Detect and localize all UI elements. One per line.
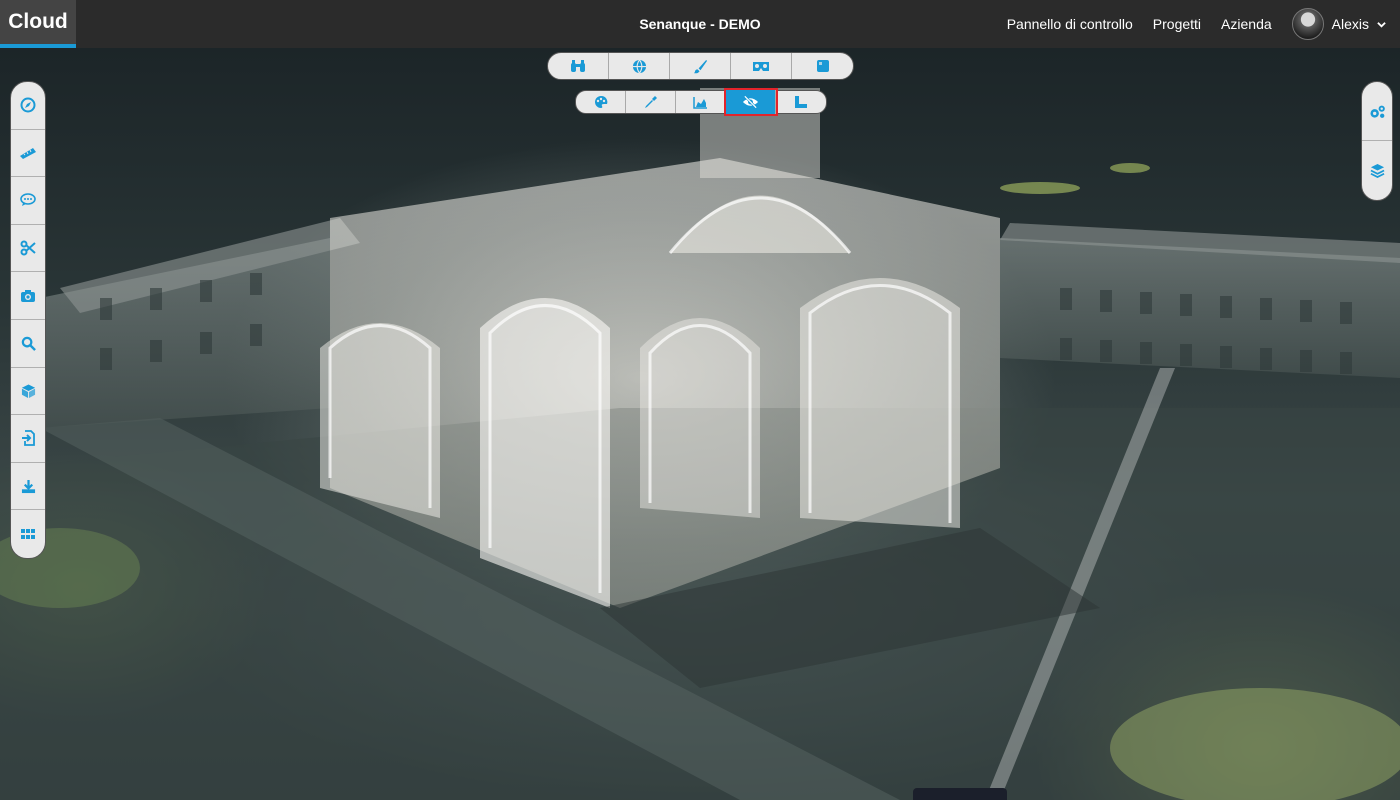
sub-toolbar [575,88,827,116]
sidebar-button-apps[interactable] [11,510,45,558]
toolbar-button-panel[interactable] [792,53,853,79]
sidebar-button-measure[interactable] [11,130,45,178]
toolbar-button-hide[interactable] [724,88,778,116]
binoculars-icon [570,59,586,73]
vr-headset-icon [752,60,770,73]
globe-icon [632,59,647,74]
comment-icon [20,193,36,207]
area-chart-icon [693,96,708,109]
sidebar-button-annotation[interactable] [11,177,45,225]
sidebar-button-download[interactable] [11,463,45,511]
grid-icon [21,529,35,540]
sidebar-button-screenshot[interactable] [11,272,45,320]
brush-icon [693,59,708,74]
nav-item-dashboard[interactable]: Pannello di controllo [1007,16,1133,32]
point-cloud-viewport[interactable] [0,48,1400,800]
camera-icon [20,289,36,303]
user-menu[interactable]: Alexis [1291,8,1386,40]
user-name: Alexis [1331,16,1369,32]
toolbar-button-measure[interactable] [776,91,826,113]
palette-icon [594,95,608,109]
sidebar-button-settings[interactable] [1362,82,1392,141]
toolbar-button-globe[interactable] [609,53,670,79]
right-panel-sidebar [1361,81,1393,201]
ruler-icon [19,147,37,159]
left-tool-sidebar [10,81,46,559]
main-nav: Pannello di controllo Progetti Azienda A… [1007,0,1386,48]
ruler-angle-icon [794,95,808,109]
toolbar-button-eyedropper[interactable] [626,91,676,113]
eyedropper-icon [644,95,658,109]
toolbar-button-brush[interactable] [670,53,731,79]
top-bar: Cloud Senanque - DEMO Pannello di contro… [0,0,1400,48]
avatar [1291,8,1324,40]
toolbar-button-chart[interactable] [676,91,726,113]
sidebar-button-clip[interactable] [11,225,45,273]
file-import-icon [21,430,35,447]
scissors-icon [20,240,36,256]
layers-icon [1370,163,1385,178]
sidebar-button-layers[interactable] [1362,141,1392,200]
eye-slash-icon [742,95,759,109]
sidebar-button-search[interactable] [11,320,45,368]
nav-item-company[interactable]: Azienda [1221,16,1272,32]
square-panel-icon [816,59,830,73]
sidebar-button-navigate[interactable] [11,82,45,130]
download-icon [21,479,36,494]
cube-icon [21,383,36,399]
brand-logo[interactable]: Cloud [0,0,76,48]
settings-cogs-icon [1369,104,1386,119]
project-title: Senanque - DEMO [639,16,761,32]
sidebar-button-import[interactable] [11,415,45,463]
toolbar-button-vr[interactable] [731,53,792,79]
toolbar-button-navigation[interactable] [548,53,609,79]
sidebar-button-objects[interactable] [11,368,45,416]
main-toolbar [547,52,854,80]
bottom-panel-handle[interactable] [913,788,1007,800]
toolbar-button-color[interactable] [576,91,626,113]
compass-icon [20,97,36,113]
point-cloud-render [0,88,1400,800]
search-icon [21,336,36,351]
chevron-down-icon [1377,20,1386,29]
nav-item-projects[interactable]: Progetti [1153,16,1201,32]
